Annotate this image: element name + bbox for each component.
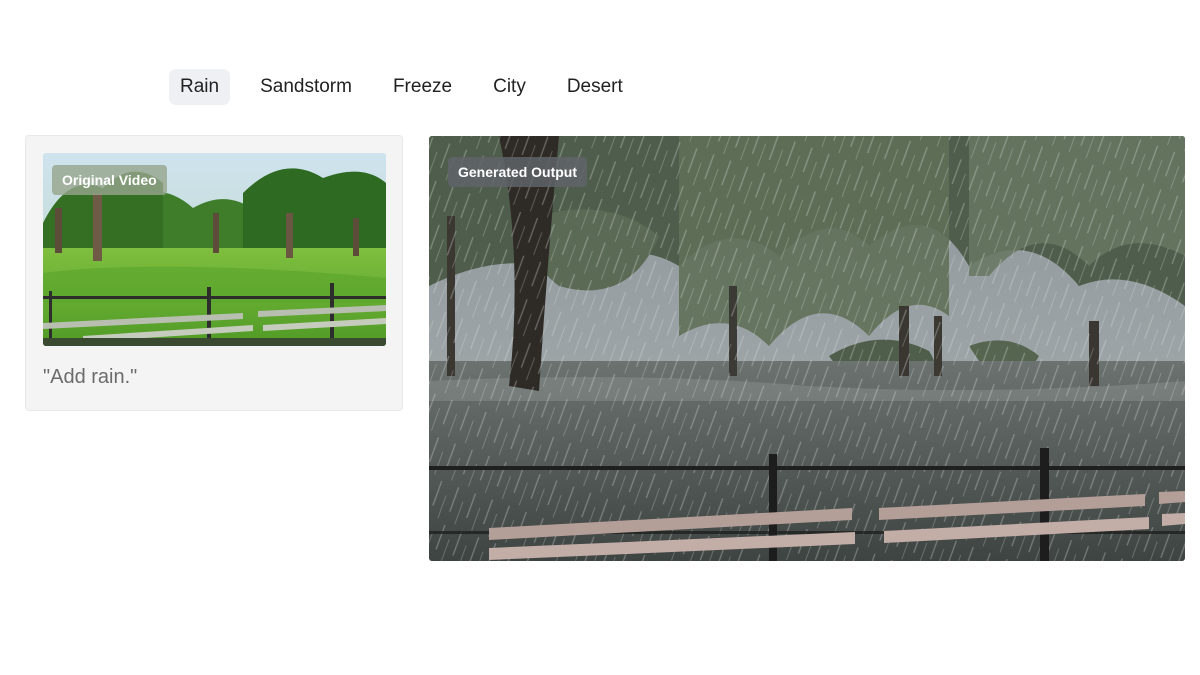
original-video-badge: Original Video <box>52 165 167 195</box>
tab-rain[interactable]: Rain <box>169 69 231 105</box>
tab-city[interactable]: City <box>482 69 537 105</box>
generated-output-badge: Generated Output <box>448 157 588 187</box>
tab-desert[interactable]: Desert <box>556 69 634 105</box>
tab-freeze[interactable]: Freeze <box>382 69 463 105</box>
generated-output-frame <box>429 136 1185 561</box>
source-card: Original Video "Add rain." <box>25 135 403 411</box>
scenario-tabs: Rain Sandstorm Freeze City Desert <box>169 69 653 105</box>
tab-sandstorm[interactable]: Sandstorm <box>249 69 363 105</box>
generated-output-video[interactable]: Generated Output <box>429 136 1185 561</box>
page: Rain Sandstorm Freeze City Desert Origin… <box>0 0 1200 675</box>
original-video[interactable]: Original Video <box>43 153 386 346</box>
prompt-text: "Add rain." <box>43 366 138 388</box>
